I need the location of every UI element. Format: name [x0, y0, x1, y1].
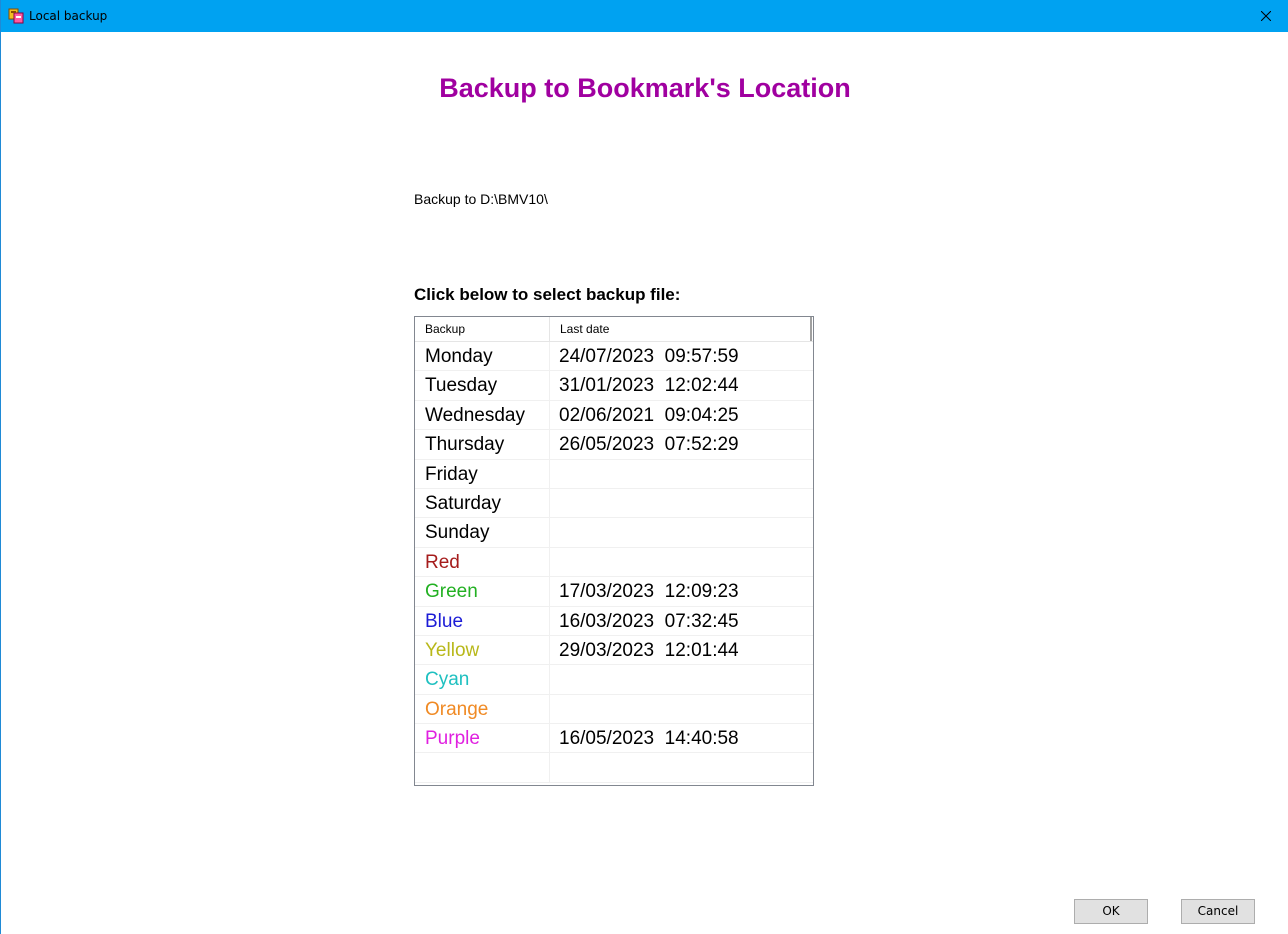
- last-date-cell: 26/05/2023 07:52:29: [559, 434, 739, 456]
- column-divider: [549, 606, 550, 636]
- list-rows: Monday 24/07/2023 09:57:59 Tuesday 31/01/20…: [415, 342, 813, 783]
- list-row[interactable]: [415, 753, 813, 783]
- backup-name-cell: Green: [425, 581, 478, 603]
- column-divider: [549, 400, 550, 430]
- column-divider: [549, 371, 550, 401]
- backup-name-cell: Yellow: [425, 639, 480, 661]
- list-row[interactable]: Cyan: [415, 665, 813, 695]
- page-heading: Backup to Bookmark's Location: [439, 73, 851, 103]
- backup-app-icon: [8, 8, 24, 24]
- list-row[interactable]: Yellow 29/03/2023 12:01:44: [415, 635, 813, 666]
- backup-path-text: Backup to D:\BMV10\: [414, 191, 548, 207]
- close-icon: [1261, 11, 1271, 21]
- backup-name-cell: Blue: [425, 610, 464, 632]
- backup-name-cell: Wednesday: [425, 404, 525, 426]
- last-date-cell: 16/05/2023 14:40:58: [559, 728, 739, 750]
- column-divider: [549, 724, 550, 754]
- list-row[interactable]: Purple 16/05/2023 14:40:58: [415, 724, 813, 754]
- last-date-cell: 02/06/2021 09:04:25: [559, 404, 739, 426]
- backup-name-cell: Monday: [425, 346, 493, 367]
- last-date-cell: [559, 753, 809, 782]
- last-date-cell: [559, 518, 809, 547]
- last-date-cell: 31/01/2023 12:02:44: [559, 375, 739, 397]
- last-date-cell: [559, 460, 809, 489]
- column-divider: [549, 665, 550, 695]
- backup-name-cell: Saturday: [425, 492, 502, 514]
- last-date-cell: 29/03/2023 12:01:44: [559, 639, 739, 661]
- backup-name-cell: Cyan: [425, 669, 470, 691]
- column-divider: [549, 430, 550, 460]
- ok-button[interactable]: OK: [1074, 899, 1148, 924]
- column-divider: [549, 753, 550, 783]
- backup-name-cell: Thursday: [425, 434, 505, 456]
- local-backup-window: Local backup Backup to Bookmark's Locati…: [0, 0, 1288, 934]
- cancel-button[interactable]: Cancel: [1181, 899, 1255, 924]
- column-divider: [549, 635, 550, 665]
- column-divider: [549, 547, 550, 577]
- title-bar[interactable]: Local backup: [1, 0, 1288, 32]
- backup-name-cell: Sunday: [425, 522, 490, 544]
- last-date-cell: [559, 489, 809, 518]
- list-row[interactable]: Saturday: [415, 488, 813, 519]
- last-date-cell: [559, 695, 809, 724]
- list-row[interactable]: Monday 24/07/2023 09:57:59: [415, 342, 813, 372]
- last-date-cell: [559, 665, 809, 694]
- list-row[interactable]: Thursday 26/05/2023 07:52:29: [415, 430, 813, 460]
- column-divider: [549, 577, 550, 607]
- list-row[interactable]: Red: [415, 547, 813, 578]
- backup-name-cell: Tuesday: [425, 375, 498, 397]
- list-row[interactable]: Friday: [415, 459, 813, 489]
- list-row[interactable]: Tuesday 31/01/2023 12:02:44: [415, 371, 813, 401]
- column-header-backup[interactable]: Backup: [415, 317, 550, 341]
- last-date-cell: 17/03/2023 12:09:23: [559, 581, 739, 603]
- column-divider: [549, 518, 550, 548]
- backup-name-cell: Friday: [425, 463, 478, 485]
- column-divider: [549, 488, 550, 518]
- select-backup-label: Click below to select backup file:: [414, 285, 681, 304]
- last-date-cell: 24/07/2023 09:57:59: [559, 346, 739, 367]
- list-row[interactable]: Orange: [415, 694, 813, 725]
- last-date-cell: 16/03/2023 07:32:45: [559, 610, 739, 632]
- window-title: Local backup: [29, 9, 108, 23]
- column-header-last-date[interactable]: Last date: [550, 317, 812, 341]
- list-header: Backup Last date: [415, 317, 813, 342]
- column-divider: [549, 694, 550, 724]
- list-row[interactable]: Wednesday 02/06/2021 09:04:25: [415, 400, 813, 431]
- column-divider: [549, 342, 550, 371]
- last-date-cell: [559, 548, 809, 577]
- backup-list[interactable]: Backup Last date Monday 24/07/2023 09:57:…: [414, 316, 814, 786]
- column-divider: [549, 459, 550, 489]
- backup-name-cell: Purple: [425, 728, 480, 750]
- backup-name-cell: Red: [425, 551, 460, 573]
- backup-name-cell: Orange: [425, 698, 489, 720]
- list-row[interactable]: Green 17/03/2023 12:09:23: [415, 577, 813, 607]
- close-button[interactable]: [1243, 0, 1288, 32]
- list-row[interactable]: Blue 16/03/2023 07:32:45: [415, 606, 813, 636]
- backup-name-cell: [425, 753, 549, 782]
- list-row[interactable]: Sunday: [415, 518, 813, 548]
